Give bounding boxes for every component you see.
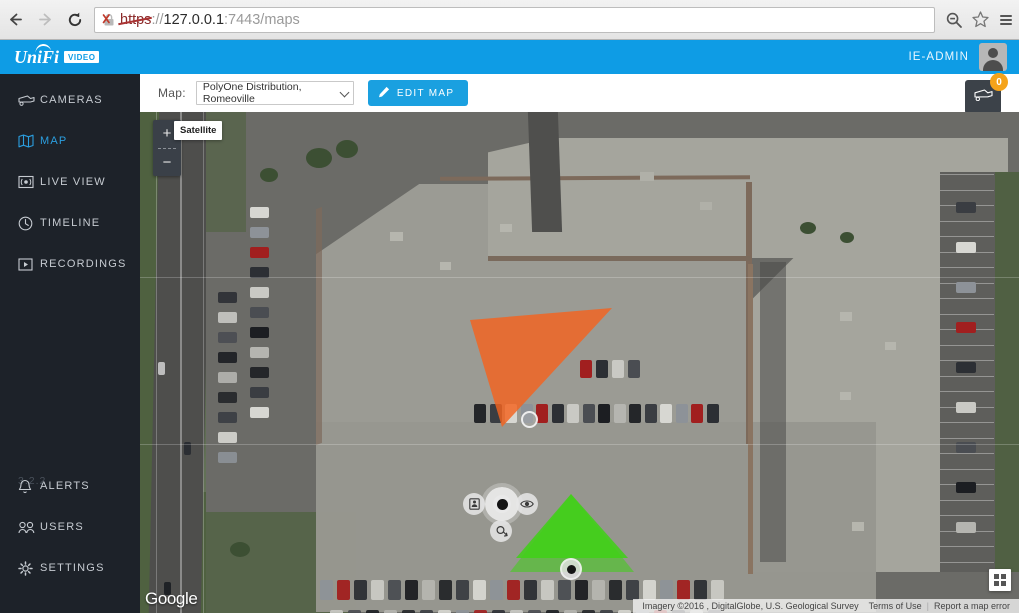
content-area: Map: PolyOne Distribution, Romeoville ED… <box>140 73 1019 613</box>
brand-name: UniFi <box>14 46 60 67</box>
sidebar-item-users[interactable]: USERS <box>0 513 140 541</box>
map-select-value: PolyOne Distribution, Romeoville <box>202 81 302 105</box>
header-user-area: IE-ADMIN <box>908 43 1019 71</box>
sidebar-item-live-view[interactable]: LIVE VIEW <box>0 168 140 196</box>
camera-view-button[interactable] <box>516 493 538 515</box>
grid-glyph <box>994 574 1006 586</box>
bell-icon <box>18 478 40 494</box>
edit-map-button[interactable]: EDIT MAP <box>367 80 469 106</box>
fullscreen-grid-icon[interactable] <box>989 569 1011 591</box>
camera-panel-toggle[interactable]: 0 <box>965 73 1008 114</box>
sidebar-item-map[interactable]: MAP <box>0 127 140 155</box>
zoom-out-button[interactable]: − <box>153 149 181 177</box>
camera-rotate-button[interactable] <box>490 520 512 542</box>
camera-details-button[interactable] <box>463 493 485 515</box>
live-view-icon <box>18 174 40 190</box>
sidebar-item-settings[interactable]: SETTINGS <box>0 554 140 582</box>
camera-icon <box>973 88 993 106</box>
url-text: https://127.0.0.1:7443/maps <box>120 12 300 28</box>
sidebar-item-label: SETTINGS <box>40 562 105 574</box>
star-icon[interactable] <box>967 5 993 35</box>
play-box-icon <box>18 256 40 272</box>
map-icon <box>18 133 40 149</box>
terms-of-use-link[interactable]: Terms of Use <box>864 601 927 611</box>
sidebar-item-alerts[interactable]: ALERTS <box>0 472 140 500</box>
camera-marker-orange[interactable] <box>485 487 519 521</box>
admin-username: IE-ADMIN <box>908 51 969 63</box>
map-select-dropdown[interactable]: PolyOne Distribution, Romeoville <box>195 81 354 105</box>
map-toolbar: Map: PolyOne Distribution, Romeoville ED… <box>140 73 1019 114</box>
sidebar-item-label: MAP <box>40 135 68 147</box>
url-rest: :7443/maps <box>224 11 300 28</box>
satellite-imagery <box>140 112 1019 613</box>
map-canvas[interactable]: + − Satellite Google Imagery ©2016 , Dig… <box>140 112 1019 613</box>
sidebar-secondary-nav: ALERTS USERS SETTINGS <box>0 472 140 595</box>
imagery-credit: Imagery ©2016 , DigitalGlobe, U.S. Geolo… <box>642 601 859 611</box>
sidebar-item-label: LIVE VIEW <box>40 176 106 188</box>
app-header: UniFi VIDEO IE-ADMIN <box>0 40 1019 74</box>
sidebar-item-label: CAMERAS <box>40 94 103 106</box>
sidebar-primary-nav: CAMERAS MAP LIVE VIEW TIMELINE RECORDING… <box>0 74 140 278</box>
sidebar-item-timeline[interactable]: TIMELINE <box>0 209 140 237</box>
unifi-video-app: UniFi VIDEO IE-ADMIN CAMERAS MAP LIVE VI… <box>0 40 1019 613</box>
browser-chrome: https://127.0.0.1:7443/maps <box>0 0 1019 40</box>
camera-icon <box>18 92 40 108</box>
browser-right-actions <box>941 5 1019 35</box>
url-host: 127.0.0.1 <box>163 11 225 28</box>
forward-arrow-icon[interactable] <box>30 5 60 35</box>
camera-marker-top[interactable] <box>521 411 538 428</box>
camera-count-badge: 0 <box>990 73 1008 91</box>
user-avatar-icon[interactable] <box>979 43 1007 71</box>
camera-marker-green[interactable] <box>560 558 582 580</box>
zoom-out-icon[interactable] <box>941 5 967 35</box>
pencil-icon <box>378 86 390 101</box>
reload-icon[interactable] <box>60 5 90 35</box>
sidebar-item-label: ALERTS <box>40 480 90 492</box>
chevron-down-icon <box>339 87 350 98</box>
report-map-error-link[interactable]: Report a map error <box>929 601 1015 611</box>
sidebar-item-label: RECORDINGS <box>40 258 127 270</box>
url-separator: :// <box>151 11 164 28</box>
insecure-certificate-icon[interactable] <box>101 12 117 28</box>
sidebar-item-recordings[interactable]: RECORDINGS <box>0 250 140 278</box>
unifi-logo[interactable]: UniFi VIDEO <box>0 40 140 74</box>
clock-icon <box>18 215 40 231</box>
map-attribution: Imagery ©2016 , DigitalGlobe, U.S. Geolo… <box>633 599 1019 613</box>
back-arrow-icon[interactable] <box>0 5 30 35</box>
hamburger-menu-icon[interactable] <box>993 5 1019 35</box>
google-logo: Google <box>145 589 198 608</box>
url-bar[interactable]: https://127.0.0.1:7443/maps <box>94 6 935 33</box>
gear-icon <box>18 560 40 576</box>
edit-map-label: EDIT MAP <box>396 87 455 99</box>
sidebar-item-cameras[interactable]: CAMERAS <box>0 86 140 114</box>
sidebar-item-label: USERS <box>40 521 84 533</box>
camera-lens-icon <box>493 495 511 513</box>
sidebar: CAMERAS MAP LIVE VIEW TIMELINE RECORDING… <box>0 74 140 613</box>
map-select-label: Map: <box>158 86 186 100</box>
brand-badge: VIDEO <box>64 51 100 63</box>
users-icon <box>18 519 40 535</box>
url-scheme: https <box>120 11 152 28</box>
sidebar-item-label: TIMELINE <box>40 217 101 229</box>
map-type-button[interactable]: Satellite <box>174 121 223 140</box>
